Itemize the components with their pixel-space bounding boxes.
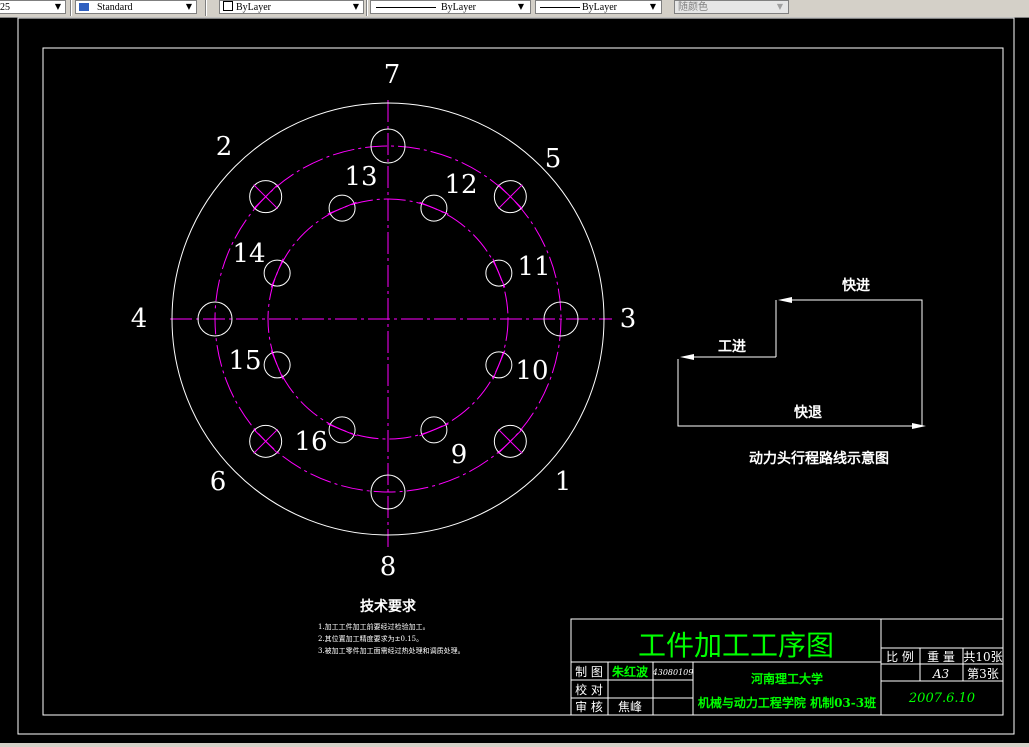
dimstyle-value: 25	[0, 2, 10, 13]
sheet-number: 第3张	[967, 667, 999, 681]
linetype-value: ByLayer	[441, 2, 476, 13]
command-line-strip	[0, 743, 1029, 747]
fast-forward-label: 快进	[842, 277, 870, 294]
toolbar-separator	[70, 0, 72, 16]
lineweight-value: ByLayer	[582, 2, 617, 13]
hole-number-label: 7	[384, 60, 401, 90]
textstyle-value: Standard	[97, 2, 133, 13]
fast-return-arrowhead	[912, 423, 926, 429]
drawing-date: 2007.6.10	[908, 691, 975, 706]
plotstyle-dropdown[interactable]: 随颜色	[674, 0, 789, 14]
hole-number-label: 4	[131, 304, 148, 334]
review-name: 焦峰	[618, 700, 642, 714]
fast-forward-arrowhead	[778, 297, 792, 303]
college-class: 机械与动力工程学院 机制03-3班	[698, 695, 876, 710]
drawn-id: 43080109	[652, 668, 694, 677]
properties-toolbar: 25 ▼ Standard ▼ ByLayer ▼ ByLayer ▼ ByLa…	[0, 0, 1029, 18]
linetype-preview	[376, 7, 436, 8]
work-feed-label: 工进	[718, 339, 746, 355]
chevron-down-icon[interactable]: ▼	[183, 1, 195, 13]
hole-number-label: 14	[232, 239, 265, 269]
toolbar-separator	[205, 0, 207, 16]
hole-center-mark	[419, 423, 449, 437]
hole-number-label: 15	[228, 346, 261, 376]
chevron-down-icon[interactable]: ▼	[515, 1, 527, 13]
chevron-down-icon[interactable]: ▼	[647, 1, 659, 13]
weight-label: 重 量	[927, 650, 955, 664]
tech-req-item: 2.其位置加工精度要求为±0.15。	[318, 634, 423, 643]
route-caption: 动力头行程路线示意图	[749, 450, 889, 467]
textstyle-dropdown[interactable]: Standard	[75, 0, 197, 14]
color-dropdown[interactable]: ByLayer	[219, 0, 364, 14]
hole-number-label: 6	[210, 467, 227, 497]
chevron-down-icon: ▼	[776, 2, 784, 11]
hole-center-mark	[492, 258, 506, 288]
drawing-canvas[interactable]: 7 4 3 8 2 5 6 1 13 12 14 11 15 10 16 9 快进 工进 快退 动力头行程路线…	[0, 17, 1029, 743]
hole-number-label: 3	[620, 304, 637, 334]
check-label: 校 对	[575, 682, 603, 697]
hole-center-mark	[270, 350, 284, 380]
hole-number-label: 13	[344, 162, 377, 192]
hole-number-label: 8	[380, 552, 397, 582]
lineweight-preview	[540, 7, 580, 8]
drawing-title: 工件加工工序图	[638, 629, 834, 662]
hole-center-mark	[327, 423, 357, 437]
textstyle-icon	[79, 3, 89, 11]
sheets-total: 共10张	[963, 650, 1002, 664]
drawn-label: 制 图	[575, 665, 603, 679]
hole-number-label: 12	[444, 170, 477, 200]
toolbar-separator	[366, 0, 368, 16]
hole-center-mark	[270, 258, 284, 288]
sheet-format: A3	[932, 667, 950, 681]
tech-req-item: 3.被加工零件加工面需经过热处理和调质处理。	[318, 646, 465, 655]
hole-number-label: 10	[515, 356, 548, 386]
hole-center-mark	[492, 350, 506, 380]
drawing-svg: 7 4 3 8 2 5 6 1 13 12 14 11 15 10 16 9 快进 工进 快退 动力头行程路线…	[17, 17, 1015, 735]
drawn-name: 朱红波	[612, 664, 649, 679]
color-swatch	[223, 1, 233, 11]
fast-return-label: 快退	[794, 404, 822, 421]
review-label: 审 核	[575, 699, 603, 714]
work-feed-arrowhead	[680, 354, 694, 360]
hole-number-label: 5	[545, 144, 562, 174]
chevron-down-icon[interactable]: ▼	[52, 1, 64, 13]
hole-number-label: 9	[451, 440, 468, 470]
hole-number-label: 16	[294, 427, 327, 457]
plotstyle-value: 随颜色	[678, 2, 708, 13]
hole-number-label: 1	[555, 467, 572, 497]
university-name: 河南理工大学	[750, 671, 823, 686]
hole-center-mark	[419, 201, 449, 215]
chevron-down-icon[interactable]: ▼	[350, 1, 362, 13]
tech-req-title: 技术要求	[360, 598, 417, 615]
hole-labels: 7 4 3 8 2 5 6 1 13 12 14 11 15 10 16 9	[131, 60, 637, 582]
color-value: ByLayer	[236, 2, 271, 13]
hole-center-mark	[327, 201, 357, 215]
hole-number-label: 2	[216, 132, 233, 162]
scale-label: 比 例	[886, 650, 914, 664]
tech-req-item: 1.加工工件加工前要经过检验加工。	[318, 622, 430, 631]
hole-number-label: 11	[517, 252, 550, 282]
